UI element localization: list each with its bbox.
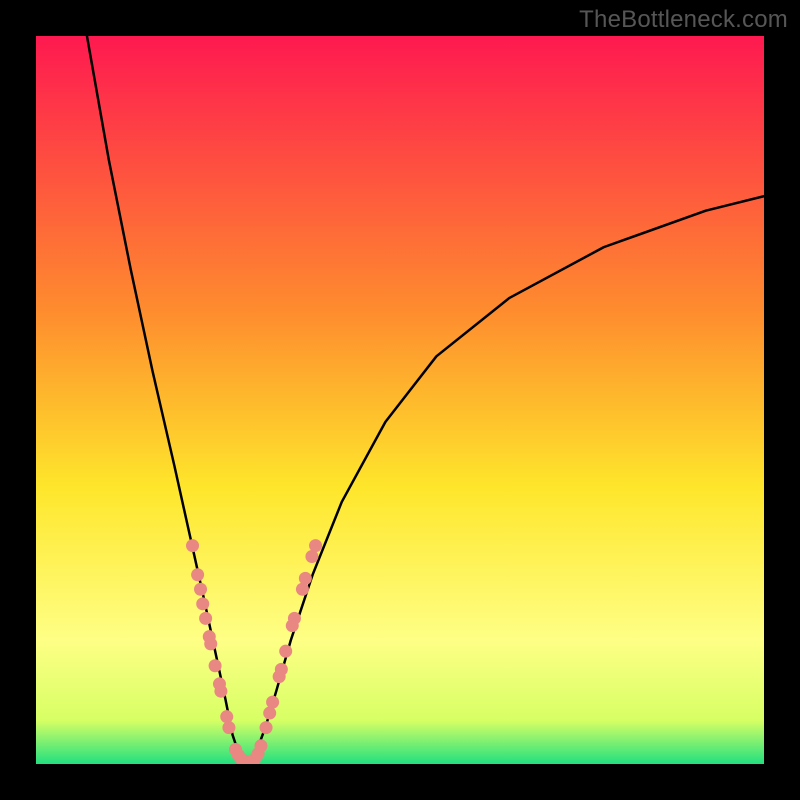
- outer-frame: TheBottleneck.com: [0, 0, 800, 800]
- marker-dot: [309, 539, 322, 552]
- plot-area: [36, 36, 764, 764]
- marker-dot: [222, 721, 235, 734]
- marker-dot: [260, 721, 273, 734]
- marker-dot: [263, 707, 276, 720]
- marker-dot: [288, 612, 301, 625]
- marker-dot: [186, 539, 199, 552]
- marker-dot: [191, 568, 204, 581]
- marker-dot: [299, 572, 312, 585]
- marker-dot: [254, 739, 267, 752]
- marker-dot: [220, 710, 233, 723]
- marker-dot: [209, 659, 222, 672]
- gradient-background: [36, 36, 764, 764]
- marker-dot: [194, 583, 207, 596]
- marker-dot: [275, 663, 288, 676]
- watermark-text: TheBottleneck.com: [579, 6, 788, 34]
- marker-dot: [204, 637, 217, 650]
- marker-dot: [214, 685, 227, 698]
- marker-dot: [296, 583, 309, 596]
- marker-dot: [196, 597, 209, 610]
- bottleneck-chart: [36, 36, 764, 764]
- marker-dot: [199, 612, 212, 625]
- marker-dot: [266, 696, 279, 709]
- marker-dot: [279, 645, 292, 658]
